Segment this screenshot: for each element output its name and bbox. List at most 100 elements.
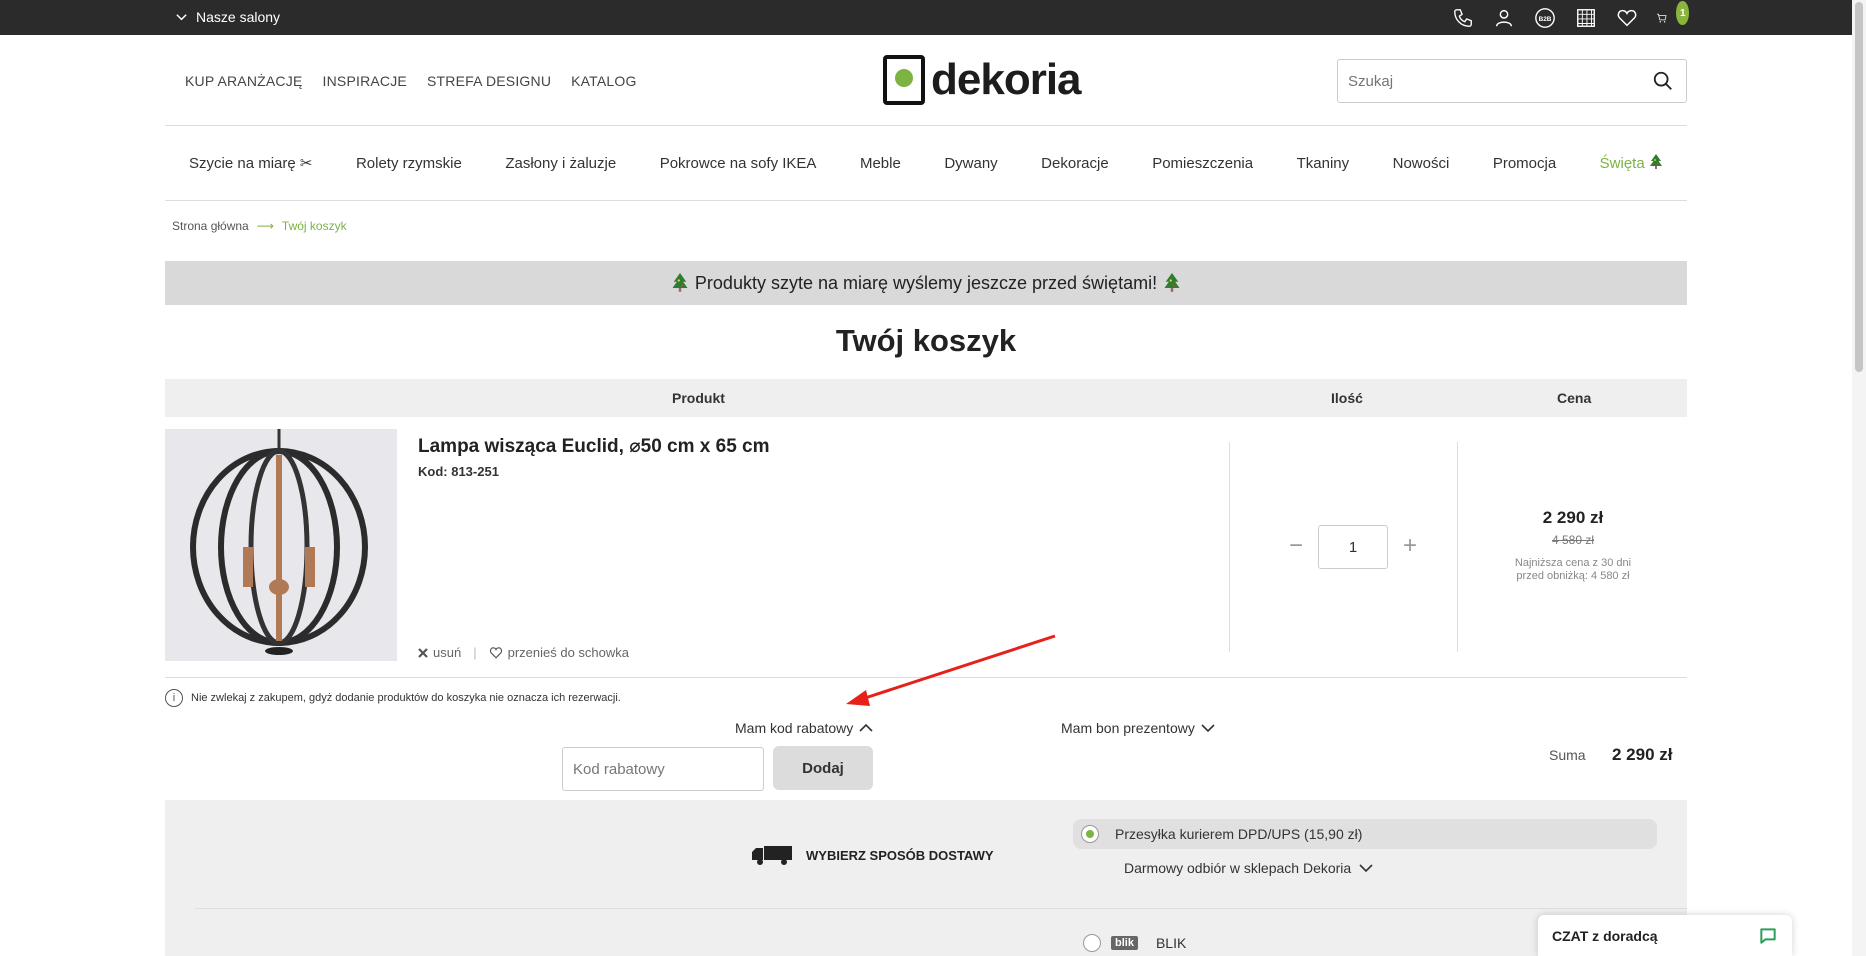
scrollbar-thumb[interactable] <box>1855 2 1863 372</box>
chat-bubble-icon <box>1760 927 1776 944</box>
nav-item-rolety[interactable]: Rolety rzymskie <box>356 155 462 172</box>
logo-text: dekoria <box>931 55 1082 104</box>
close-icon <box>418 647 428 658</box>
delivery-option-pickup-toggle[interactable]: Darmowy odbiór w sklepach Dekoria <box>1124 860 1373 876</box>
promo-banner: Produkty szyte na miarę wyślemy jeszcze … <box>165 261 1687 305</box>
nav-item-pokrowce[interactable]: Pokrowce na sofy IKEA <box>660 155 817 172</box>
header: KUP ARANŻACJĘ INSPIRACJE STREFA DESIGNU … <box>165 35 1687 126</box>
heart-icon <box>489 647 502 659</box>
quantity-stepper: − + <box>1286 525 1420 569</box>
nav-item-tkaniny[interactable]: Tkaniny <box>1297 155 1350 172</box>
main-nav: Szycie na miarę ✂ Rolety rzymskie Zasłon… <box>165 126 1687 201</box>
delivery-title: WYBIERZ SPOSÓB DOSTAWY <box>752 844 994 866</box>
blik-label: BLIK <box>1155 935 1187 951</box>
nav-item-szycie[interactable]: Szycie na miarę ✂ <box>189 154 312 172</box>
page-title: Twój koszyk <box>835 323 1017 358</box>
chat-widget[interactable]: CZAT z doradcą <box>1538 915 1792 956</box>
product-code: Kod: 813-251 <box>418 464 499 479</box>
header-link-katalog[interactable]: KATALOG <box>571 73 636 89</box>
add-coupon-button[interactable]: Dodaj <box>773 746 873 790</box>
product-image[interactable] <box>165 429 397 661</box>
divider <box>195 908 1687 909</box>
nav-item-dekoracje[interactable]: Dekoracje <box>1041 155 1109 172</box>
divider <box>165 677 1687 678</box>
header-links: KUP ARANŻACJĘ INSPIRACJE STREFA DESIGNU … <box>185 73 637 89</box>
scrollbar[interactable] <box>1852 0 1866 956</box>
sum-value: 2 290 zł <box>1612 745 1673 764</box>
divider <box>1457 442 1458 652</box>
price-block: 2 290 zł 4 580 zł Najniższa cena z 30 dn… <box>1459 508 1687 583</box>
header-link-kup-aranzacje[interactable]: KUP ARANŻACJĘ <box>185 73 303 89</box>
voucher-toggle[interactable]: Mam bon prezentowy <box>1061 720 1215 736</box>
product-actions: usuń | przenieś do schowka <box>418 645 629 660</box>
christmas-tree-icon <box>1164 273 1180 292</box>
delivery-option-label: Przesyłka kurierem DPD/UPS (15,90 zł) <box>1115 826 1363 842</box>
increase-button[interactable]: + <box>1400 534 1420 558</box>
current-price: 2 290 zł <box>1542 508 1604 527</box>
header-link-inspiracje[interactable]: INSPIRACJE <box>323 73 407 89</box>
payment-option-blik[interactable]: blik BLIK <box>1083 934 1186 952</box>
move-label: przenieś do schowka <box>507 645 629 660</box>
breadcrumb-home[interactable]: Strona główna <box>172 219 249 233</box>
cart-table-header: Produkt Ilość Cena <box>165 379 1687 417</box>
truck-icon <box>752 846 792 865</box>
logo-mark-icon <box>883 55 925 105</box>
banner-text: Produkty szyte na miarę wyślemy jeszcze … <box>694 272 1158 293</box>
chat-label: CZAT z doradcą <box>1552 927 1658 944</box>
logo[interactable]: dekoria <box>883 55 1082 105</box>
christmas-tree-icon <box>672 273 688 292</box>
product-name[interactable]: Lampa wisząca Euclid, ⌀50 cm x 65 cm <box>418 435 770 458</box>
move-to-wishlist-button[interactable]: przenieś do schowka <box>489 645 629 660</box>
nav-item-meble[interactable]: Meble <box>860 155 901 172</box>
delivery-title-text: WYBIERZ SPOSÓB DOSTAWY <box>806 847 994 863</box>
phone-icon[interactable] <box>1451 6 1475 30</box>
b2b-icon[interactable]: B2B <box>1533 6 1557 30</box>
top-bar: Nasze salony B2B 1 <box>0 0 1866 35</box>
lowest-price-line-1: Najniższa cena z 30 dni <box>1514 557 1632 569</box>
radio-unselected[interactable] <box>1083 934 1101 952</box>
nav-item-nowosci[interactable]: Nowości <box>1393 155 1450 172</box>
delivery-section: WYBIERZ SPOSÓB DOSTAWY Przesyłka kuriere… <box>165 800 1687 956</box>
lowest-price-note: Najniższa cena z 30 dni przed obniżką: 4… <box>1459 557 1687 583</box>
remove-label: usuń <box>433 645 462 660</box>
blik-logo: blik <box>1111 936 1138 950</box>
radio-selected[interactable] <box>1081 825 1099 843</box>
calendar-grid-icon[interactable] <box>1574 6 1598 30</box>
breadcrumb: Strona główna ⟶ Twój koszyk <box>172 219 347 233</box>
chevron-down-icon <box>1201 724 1215 733</box>
pickup-label: Darmowy odbiór w sklepach Dekoria <box>1124 860 1352 876</box>
delivery-option-courier[interactable]: Przesyłka kurierem DPD/UPS (15,90 zł) <box>1073 819 1657 849</box>
nav-item-zaslony[interactable]: Zasłony i żaluzje <box>505 155 616 172</box>
nav-item-swieta[interactable]: Święta <box>1600 154 1663 172</box>
account-icon[interactable] <box>1492 6 1516 30</box>
nav-item-dywany[interactable]: Dywany <box>944 155 997 172</box>
nav-item-promocja[interactable]: Promocja <box>1493 155 1556 172</box>
cart-icon[interactable]: 1 <box>1656 1 1689 30</box>
header-quantity: Ilość <box>1331 390 1363 406</box>
header-link-strefa-designu[interactable]: STREFA DESIGNU <box>427 73 551 89</box>
separator: | <box>473 645 477 660</box>
sum-label: Suma <box>1549 747 1586 763</box>
header-price: Cena <box>1557 390 1592 406</box>
remove-button[interactable]: usuń <box>418 645 461 660</box>
nav-item-swieta-label: Święta <box>1599 155 1645 172</box>
notice-text: Nie zwlekaj z zakupem, gdyż dodanie prod… <box>191 692 621 704</box>
search-box <box>1337 59 1687 103</box>
coupon-input[interactable] <box>562 747 764 791</box>
divider <box>1229 442 1230 652</box>
voucher-toggle-label: Mam bon prezentowy <box>1061 720 1195 736</box>
breadcrumb-current: Twój koszyk <box>281 219 347 233</box>
decrease-button[interactable]: − <box>1286 534 1306 558</box>
heart-icon[interactable] <box>1615 6 1639 30</box>
info-icon: i <box>165 689 183 707</box>
coupon-toggle[interactable]: Mam kod rabatowy <box>735 720 873 736</box>
search-icon[interactable] <box>1652 70 1674 92</box>
christmas-tree-icon <box>1649 154 1662 169</box>
salony-dropdown[interactable]: Nasze salony <box>175 9 280 25</box>
chevron-up-icon <box>859 723 873 732</box>
quantity-input[interactable] <box>1318 525 1388 569</box>
nav-item-pomieszczenia[interactable]: Pomieszczenia <box>1152 155 1253 172</box>
search-input[interactable] <box>1338 60 1638 102</box>
reservation-notice: i Nie zwlekaj z zakupem, gdyż dodanie pr… <box>165 689 621 707</box>
header-product: Produkt <box>672 390 725 406</box>
